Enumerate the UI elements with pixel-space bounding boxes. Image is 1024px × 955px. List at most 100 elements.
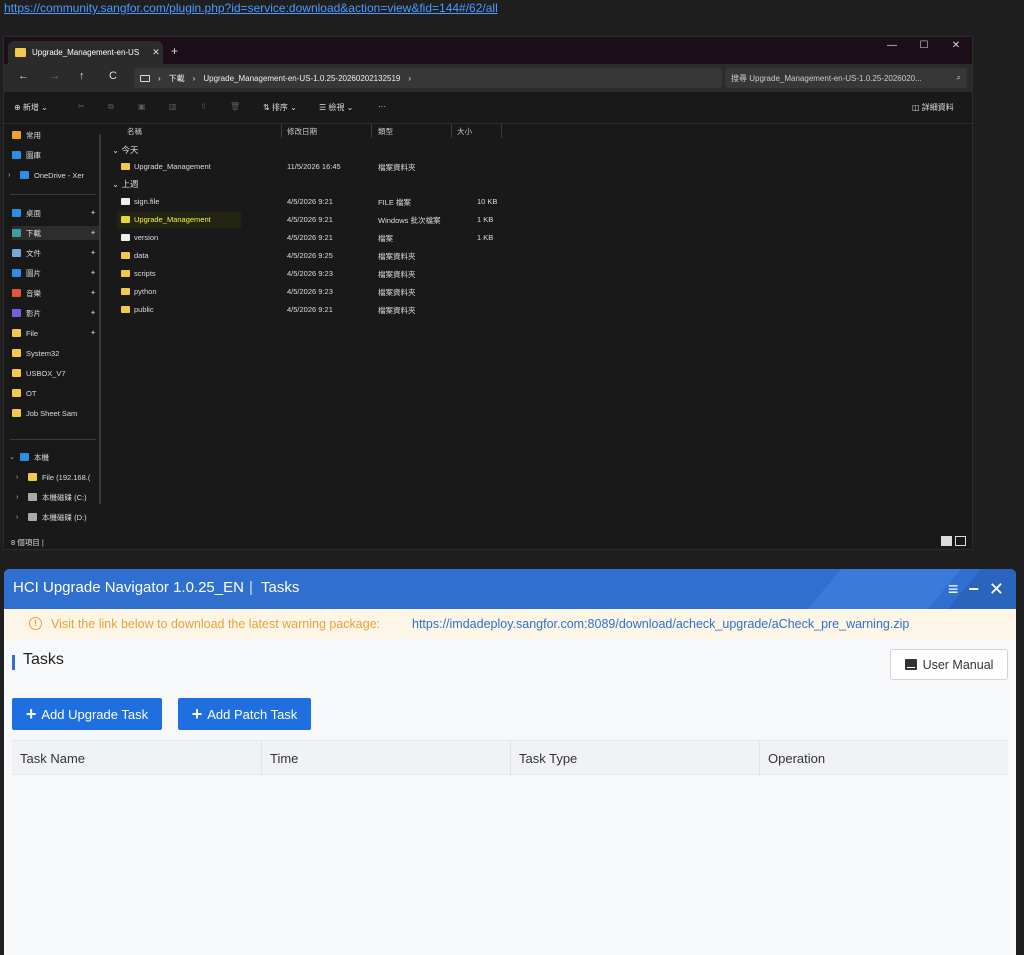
status-bar: 8 個項目 |: [4, 534, 972, 549]
nav-item[interactable]: 常用: [12, 128, 100, 142]
nav-item[interactable]: Job Sheet Sam: [12, 406, 100, 420]
file-row[interactable]: python 4/5/2026 9:23 檔案資料夾: [109, 284, 609, 300]
nav-item[interactable]: USBOX_V7: [12, 366, 100, 380]
file-type: 檔案資料夾: [378, 306, 416, 315]
add-patch-task-button[interactable]: + Add Patch Task: [178, 698, 311, 730]
minimize-button[interactable]: —: [876, 37, 908, 55]
document-icon: [12, 249, 21, 257]
sort-button[interactable]: ⇅ 排序 ⌄: [263, 102, 297, 113]
details-button[interactable]: ◫ 詳細資料: [912, 102, 954, 113]
nav-item-label: File: [26, 328, 39, 338]
col-divider[interactable]: [451, 124, 452, 138]
nav-item[interactable]: 圖片 ✦: [12, 266, 100, 280]
new-button[interactable]: ⊕ 新增 ⌄: [14, 102, 48, 113]
nav-item[interactable]: › 本機磁碟 (C:): [16, 490, 100, 504]
file-row[interactable]: Upgrade_Management 4/5/2026 9:21 Windows 批…: [109, 212, 609, 228]
expand-chevron-icon[interactable]: ⌄: [9, 453, 15, 461]
nav-item[interactable]: ⌄ 本機: [9, 450, 100, 464]
community-download-link[interactable]: https://community.sangfor.com/plugin.php…: [4, 1, 498, 15]
file-size: 1 KB: [477, 233, 494, 242]
minimize-icon[interactable]: −: [968, 577, 979, 601]
file-row[interactable]: Upgrade_Management 11/5/2026 16:45 檔案資料夾: [109, 159, 609, 175]
close-window-button[interactable]: ✕: [940, 37, 972, 55]
copy-icon[interactable]: ⧉: [108, 102, 114, 112]
explorer-tab[interactable]: Upgrade_Management-en-US ✕: [8, 41, 163, 64]
back-button[interactable]: ←: [18, 70, 29, 82]
file-row[interactable]: data 4/5/2026 9:25 檔案資料夾: [109, 248, 609, 264]
th-operation: Operation: [768, 751, 826, 766]
expand-chevron-icon[interactable]: ›: [16, 494, 18, 501]
tiles-view-icon[interactable]: [955, 536, 966, 546]
drive-icon: [28, 493, 37, 501]
group-today[interactable]: ⌄ 今天: [112, 144, 138, 156]
close-tab-icon[interactable]: ✕: [149, 47, 163, 58]
breadcrumb-downloads[interactable]: 下載: [169, 73, 185, 84]
address-field[interactable]: › 下載 › Upgrade_Management-en-US-1.0.25-2…: [134, 68, 722, 88]
view-button[interactable]: ☰ 檢視 ⌄: [319, 102, 353, 113]
delete-icon[interactable]: 🗑: [230, 102, 240, 111]
close-icon[interactable]: ✕: [989, 577, 1004, 601]
col-date[interactable]: 修改日期: [287, 126, 317, 137]
forward-button[interactable]: →: [49, 70, 60, 82]
nav-item[interactable]: 桌面 ✦: [12, 206, 100, 220]
col-size[interactable]: 大小: [457, 126, 472, 137]
cut-icon[interactable]: ✂: [78, 102, 85, 111]
more-button[interactable]: ···: [378, 102, 386, 111]
col-divider[interactable]: [281, 124, 282, 138]
nav-item[interactable]: 下載 ✦: [12, 226, 100, 240]
refresh-button[interactable]: C: [109, 70, 117, 82]
folder-icon: [12, 329, 21, 337]
nav-item[interactable]: File ✦: [12, 326, 100, 340]
expand-chevron-icon[interactable]: ›: [8, 172, 10, 179]
col-divider[interactable]: [371, 124, 372, 138]
nav-item-label: OneDrive - Xer: [34, 170, 85, 180]
nav-item[interactable]: › OneDrive - Xer: [8, 168, 100, 182]
cloud-icon: [20, 171, 29, 179]
add-patch-task-label: Add Patch Task: [207, 706, 298, 722]
nav-item[interactable]: › 本機磁碟 (D:): [16, 510, 100, 524]
details-pane-icon: ◫: [912, 103, 922, 112]
nav-item[interactable]: 影片 ✦: [12, 306, 100, 320]
nav-item[interactable]: OT: [12, 386, 100, 400]
video-icon: [12, 309, 21, 317]
file-name: python: [134, 287, 157, 296]
search-icon: ⌕: [956, 73, 961, 82]
folder-icon: [121, 288, 130, 295]
nav-item[interactable]: › File (192.168.(: [16, 470, 100, 484]
rename-icon[interactable]: ▥: [169, 102, 177, 111]
col-name[interactable]: 名稱: [127, 126, 142, 137]
add-upgrade-task-button[interactable]: + Add Upgrade Task: [12, 698, 162, 730]
expand-chevron-icon[interactable]: ›: [16, 474, 18, 481]
nav-item-label: Job Sheet Sam: [26, 408, 78, 418]
explorer-search-input[interactable]: 搜尋 Upgrade_Management-en-US-1.0.25-20260…: [725, 68, 967, 88]
details-view-icon[interactable]: [941, 536, 952, 546]
col-type[interactable]: 類型: [378, 126, 393, 137]
new-tab-button[interactable]: +: [171, 44, 178, 58]
file-row[interactable]: scripts 4/5/2026 9:23 檔案資料夾: [109, 266, 609, 282]
breadcrumb-folder[interactable]: Upgrade_Management-en-US-1.0.25-20260202…: [203, 74, 400, 83]
menu-icon[interactable]: ≡: [948, 577, 959, 601]
file-name: data: [134, 251, 149, 260]
maximize-button[interactable]: ☐: [908, 37, 940, 55]
up-button[interactable]: ↑: [79, 70, 85, 82]
nav-item[interactable]: 文件 ✦: [12, 246, 100, 260]
nav-item-label: 桌面: [26, 208, 41, 218]
nav-item[interactable]: 圖庫: [12, 148, 100, 162]
nav-item[interactable]: System32: [12, 346, 100, 360]
file-row[interactable]: sign.file 4/5/2026 9:21 FILE 檔案 10 KB: [109, 194, 609, 210]
nav-scrollbar[interactable]: [99, 134, 101, 504]
pictures-icon: [12, 269, 21, 277]
nav-item[interactable]: 音樂 ✦: [12, 286, 100, 300]
file-row[interactable]: public 4/5/2026 9:21 檔案資料夾: [109, 302, 609, 318]
paste-icon[interactable]: ▣: [138, 102, 146, 111]
share-icon[interactable]: ⇪: [200, 102, 207, 111]
file-row[interactable]: version 4/5/2026 9:21 檔案 1 KB: [109, 230, 609, 246]
group-last-week[interactable]: ⌄ 上週: [112, 178, 138, 190]
warning-package-link[interactable]: https://imdadeploy.sangfor.com:8089/down…: [412, 617, 909, 631]
nav-item-label: System32: [26, 348, 60, 358]
user-manual-button[interactable]: User Manual: [890, 649, 1008, 680]
expand-chevron-icon[interactable]: ›: [16, 514, 18, 521]
section-accent: [12, 655, 15, 670]
col-divider[interactable]: [501, 124, 502, 138]
pin-icon: ✦: [90, 210, 96, 217]
